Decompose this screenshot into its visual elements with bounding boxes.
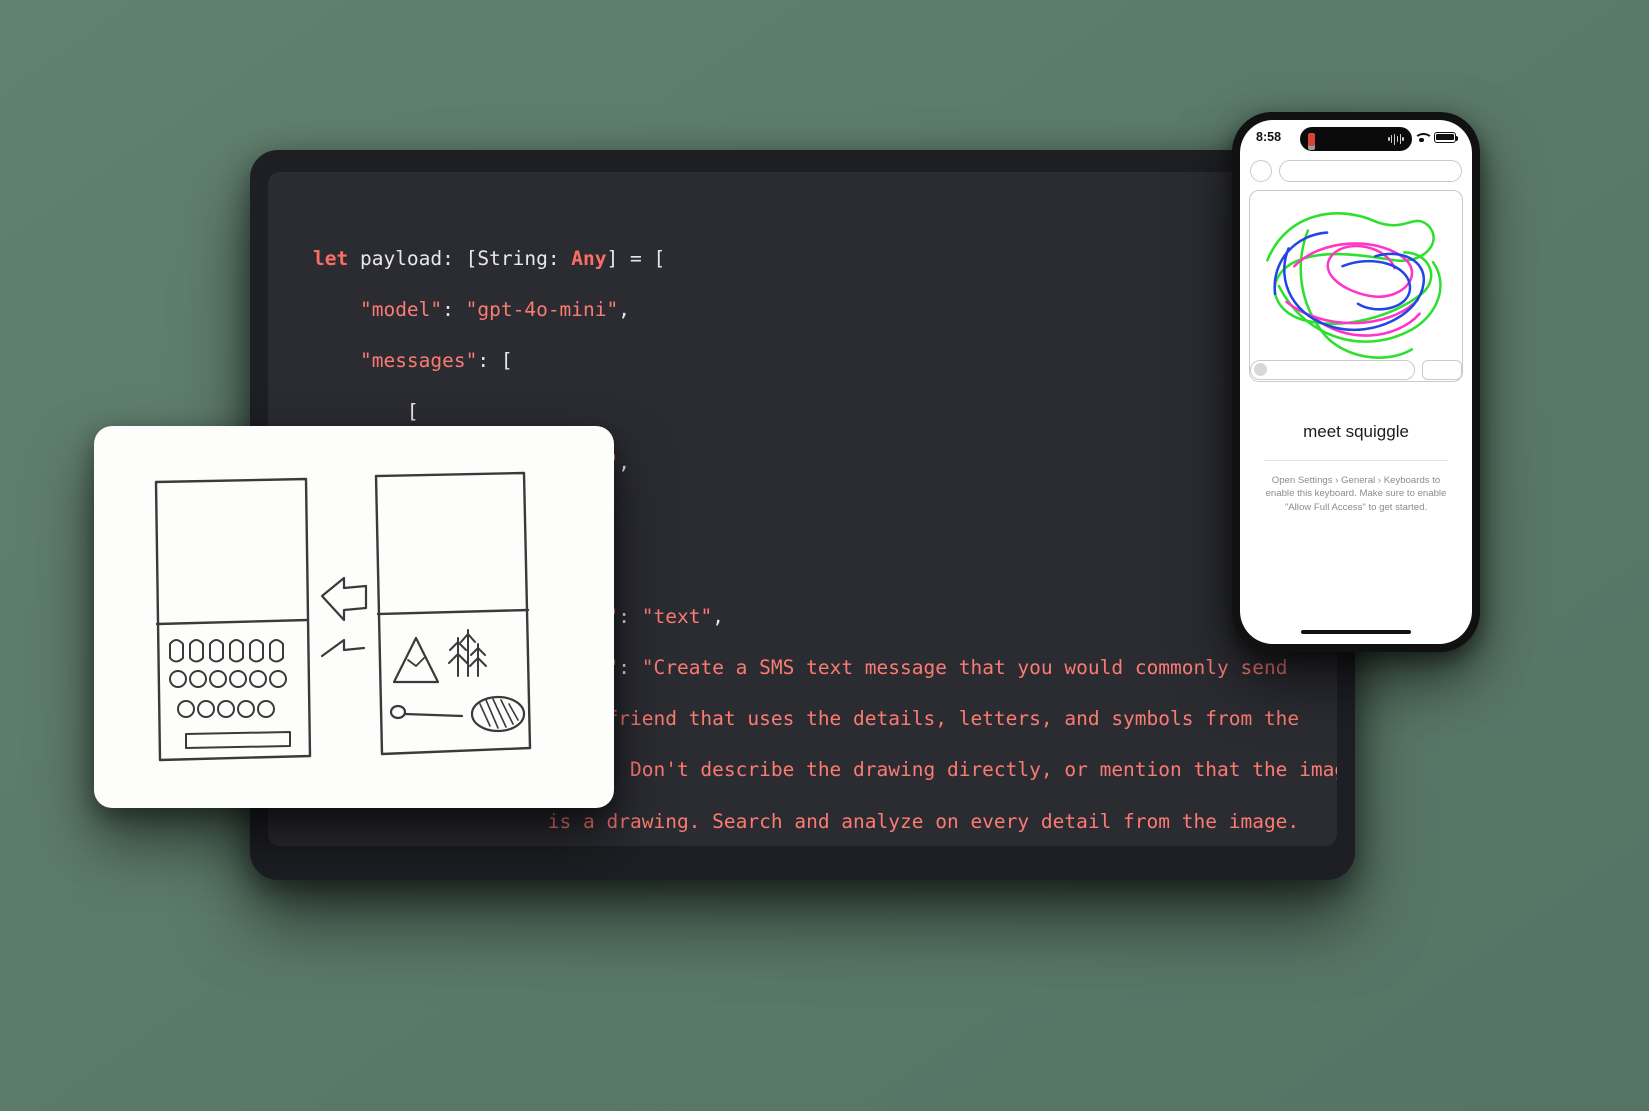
wifi-icon (1414, 132, 1433, 143)
battery-icon (1434, 131, 1459, 143)
status-bar: 8:58 (1240, 120, 1472, 154)
keyboard-toolbar[interactable] (1240, 154, 1472, 186)
app-title: meet squiggle (1303, 422, 1409, 441)
suggestion-bar[interactable] (1279, 160, 1462, 182)
squiggle-strokes (1266, 212, 1442, 359)
phone-screen: 8:58 meet squiggle Open Settings › Gener… (1240, 120, 1472, 644)
recording-indicator-icon (1308, 132, 1315, 146)
code-line: [ (313, 400, 419, 424)
drawing-card[interactable] (94, 426, 614, 808)
phone-device: 8:58 meet squiggle Open Settings › Gener… (1232, 112, 1480, 652)
globe-key-icon[interactable] (1250, 160, 1272, 182)
code-line: "messages": [ (359, 348, 513, 372)
keyboard-bottom-bar[interactable] (1240, 356, 1472, 380)
send-key[interactable] (1422, 360, 1462, 380)
code-line: "model": "gpt-4o-mini", (359, 297, 631, 321)
audio-waveform-icon (1387, 133, 1404, 145)
code-line: let payload: [String: Any] = [ (313, 246, 666, 270)
scene-root: let payload: [String: Any] = [ "model": … (0, 0, 1649, 1111)
keyboard-setup-help: Open Settings › General › Keyboards to e… (1265, 475, 1447, 513)
squiggle-drawing-canvas[interactable] (1249, 190, 1463, 382)
code-line: is a drawing. Search and analyze on ever… (313, 809, 1300, 833)
status-indicators (1414, 131, 1459, 143)
dynamic-island (1300, 127, 1412, 151)
home-indicator[interactable] (1301, 630, 1411, 634)
hand-drawn-wireframe-sketch (154, 471, 532, 762)
status-time: 8:58 (1256, 130, 1282, 144)
brush-size-slider[interactable] (1250, 360, 1415, 380)
